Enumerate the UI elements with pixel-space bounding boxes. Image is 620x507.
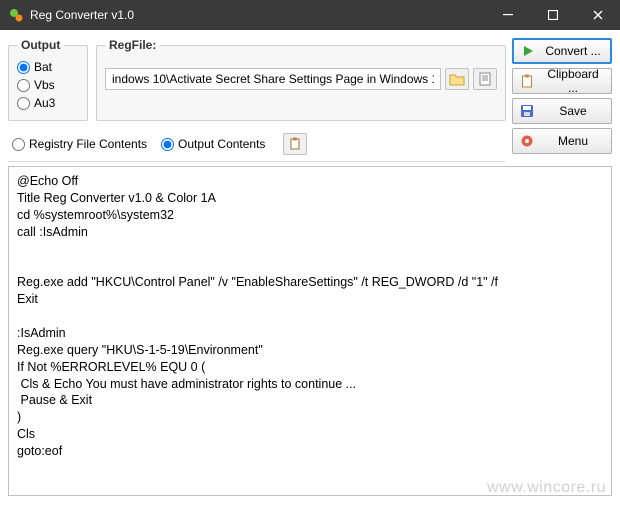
gear-icon xyxy=(519,133,535,149)
view-tabs: Registry File Contents Output Contents xyxy=(8,125,506,162)
radio-au3[interactable] xyxy=(17,97,30,110)
copy-button[interactable] xyxy=(283,133,307,155)
radio-registry-view[interactable] xyxy=(12,138,25,151)
save-icon xyxy=(519,103,535,119)
regfile-group: RegFile: xyxy=(96,38,506,121)
code-output[interactable]: @Echo Off Title Reg Converter v1.0 & Col… xyxy=(8,166,612,496)
regfile-path-input[interactable] xyxy=(105,68,441,90)
regfile-legend: RegFile: xyxy=(105,38,160,52)
radio-output-view[interactable] xyxy=(161,138,174,151)
output-option-vbs[interactable]: Vbs xyxy=(17,76,79,94)
app-icon xyxy=(8,7,24,23)
action-buttons: Convert ... Clipboard ... Save Menu xyxy=(512,38,612,162)
clipboard-button[interactable]: Clipboard ... xyxy=(512,68,612,94)
browse-button[interactable] xyxy=(445,68,469,90)
window-title: Reg Converter v1.0 xyxy=(30,8,485,22)
play-icon xyxy=(520,43,536,59)
output-option-au3[interactable]: Au3 xyxy=(17,94,79,112)
output-group: Output Bat Vbs Au3 xyxy=(8,38,88,121)
radio-bat[interactable] xyxy=(17,61,30,74)
top-panel: Output Bat Vbs Au3 RegFile: Regi xyxy=(0,30,620,166)
output-option-bat[interactable]: Bat xyxy=(17,58,79,76)
minimize-button[interactable] xyxy=(485,0,530,30)
radio-vbs[interactable] xyxy=(17,79,30,92)
convert-button[interactable]: Convert ... xyxy=(512,38,612,64)
clipboard-icon xyxy=(519,73,535,89)
tab-output-contents[interactable]: Output Contents xyxy=(161,137,265,151)
titlebar: Reg Converter v1.0 xyxy=(0,0,620,30)
close-button[interactable] xyxy=(575,0,620,30)
menu-button[interactable]: Menu xyxy=(512,128,612,154)
output-legend: Output xyxy=(17,38,64,52)
save-button[interactable]: Save xyxy=(512,98,612,124)
edit-button[interactable] xyxy=(473,68,497,90)
tab-registry-contents[interactable]: Registry File Contents xyxy=(12,137,147,151)
maximize-button[interactable] xyxy=(530,0,575,30)
